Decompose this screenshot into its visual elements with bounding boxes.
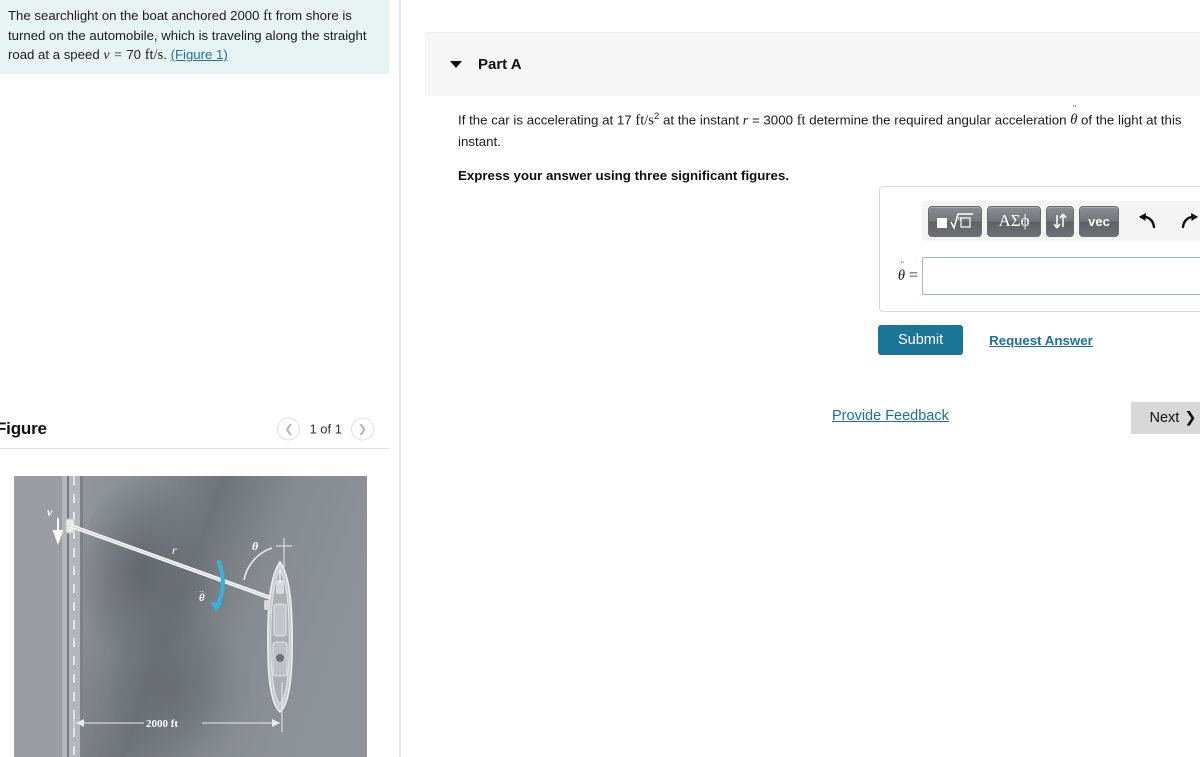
answer-equals-sign: = (908, 267, 918, 284)
figure-label-v: v (47, 505, 53, 519)
part-a-title: Part A (478, 56, 522, 73)
figure-diagram-svg: v r θ .. θ 2000 ft (14, 476, 367, 757)
submit-button[interactable]: Submit (878, 325, 964, 355)
question-r-value: 3000 (763, 112, 793, 128)
question-accel-units: ft/s (635, 112, 654, 129)
caret-down-icon[interactable] (450, 61, 462, 68)
answer-theta-ddot: ¨ θ (898, 259, 905, 285)
problem-speed-value: 70 (126, 47, 142, 63)
vector-label: vec (1088, 213, 1110, 229)
figure-next-button[interactable]: ❯ (351, 417, 374, 441)
right-pane: Part A If the car is accelerating at 17 … (403, 0, 1200, 757)
figure-1-link[interactable]: (Figure 1) (171, 47, 228, 62)
undo-icon[interactable] (1132, 206, 1162, 236)
question-accel-exponent: 2 (653, 111, 660, 122)
template-sqrt-button[interactable]: n (928, 205, 982, 237)
redo-icon[interactable] (1175, 206, 1200, 236)
figure-navigation: ❮ 1 of 1 ❯ (277, 417, 374, 441)
vector-button[interactable]: vec (1079, 205, 1119, 237)
redo-arrow-icon (1181, 213, 1198, 229)
part-a-header[interactable]: Part A (425, 32, 1200, 96)
answer-instruction: Express your answer using three signific… (458, 167, 790, 183)
problem-statement: The searchlight on the boat anchored 200… (0, 0, 389, 75)
provide-feedback-link[interactable]: Provide Feedback (832, 408, 949, 424)
problem-unit-ft: ft (263, 8, 273, 24)
problem-equals: = (113, 48, 123, 64)
page-root: The searchlight on the boat anchored 200… (0, 0, 1200, 757)
figure-image[interactable]: v r θ .. θ 2000 ft (14, 476, 367, 757)
question-block: If the car is accelerating at 17 ft/s2 a… (458, 103, 1200, 183)
question-equals: = (751, 112, 760, 128)
problem-symbol-v: v (103, 48, 110, 64)
answer-theta-dots: ¨ (900, 259, 904, 271)
greek-symbols-button[interactable]: ΑΣϕ (987, 205, 1041, 237)
request-answer-link[interactable]: Request Answer (989, 333, 1093, 348)
answer-input-row: ¨θ = rad/s2 (880, 251, 1200, 301)
problem-period: . (163, 47, 167, 63)
next-button-label: Next (1149, 410, 1180, 426)
chevron-right-icon: ❯ (357, 423, 368, 436)
next-button[interactable]: Next ❯ (1131, 402, 1200, 434)
question-t2: at the instant (662, 112, 740, 128)
answer-symbol-label: ¨ θ = (880, 259, 922, 285)
chevron-left-icon: ❮ (284, 423, 294, 436)
up-down-arrows-icon (1053, 213, 1067, 229)
figure-label-distance: 2000 ft (146, 718, 178, 730)
answer-input[interactable] (922, 257, 1200, 295)
answer-entry-card: n ΑΣϕ vec ¨ θ = (879, 186, 1200, 312)
question-text: If the car is accelerating at 17 ft/s2 a… (458, 103, 1200, 152)
question-theta-ddot: ¨ θ (1070, 103, 1077, 131)
sqrt-template-icon: n (937, 213, 973, 230)
question-t3: determine the required angular accelerat… (809, 112, 1067, 128)
figure-panel-header: Figure ❮ 1 of 1 ❯ (0, 410, 389, 449)
figure-prev-button[interactable]: ❮ (277, 417, 301, 441)
theta-ddot-dots: ¨ (1072, 103, 1077, 116)
problem-text-part1: The searchlight on the boat anchored 200… (8, 8, 260, 23)
math-toolbar: n ΑΣϕ vec (922, 201, 1200, 241)
chevron-right-icon: ❯ (1184, 410, 1197, 426)
more-templates-button[interactable] (1046, 205, 1074, 237)
problem-speed-units: ft/s (144, 47, 164, 64)
question-symbol-r: r (742, 113, 749, 129)
left-pane: The searchlight on the boat anchored 200… (0, 0, 401, 757)
question-r-units: ft (796, 112, 806, 129)
question-t1: If the car is accelerating at 17 (458, 112, 632, 128)
figure-count-label: 1 of 1 (309, 421, 342, 437)
greek-symbols-label: ΑΣϕ (998, 211, 1030, 230)
figure-label-theta: θ (252, 539, 259, 553)
figure-label-r: r (172, 543, 177, 557)
undo-arrow-icon (1139, 213, 1156, 229)
figure-label-theta-ddot-dots: .. (199, 585, 203, 594)
submit-row: Submit Request Answer (878, 325, 1093, 355)
figure-panel-title: Figure (0, 419, 47, 438)
